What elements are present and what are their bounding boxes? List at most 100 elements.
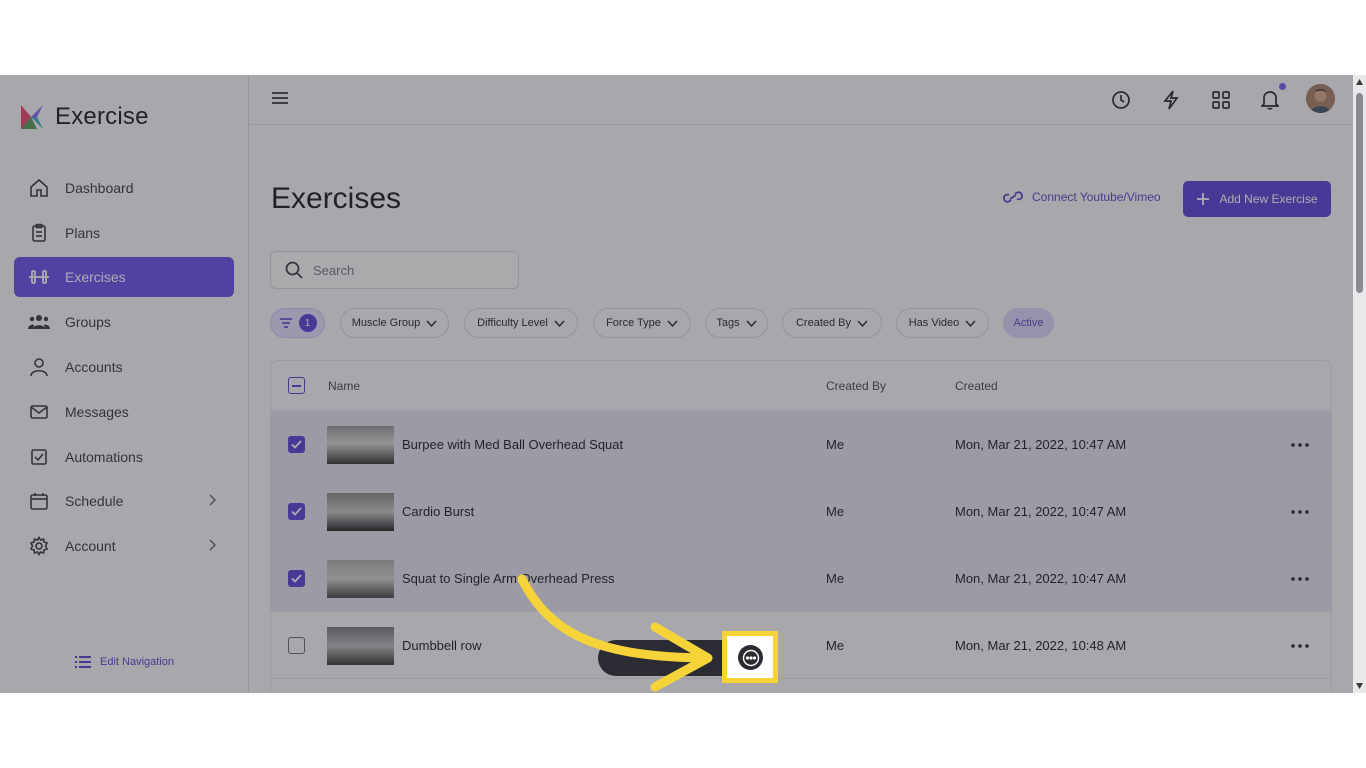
table-row[interactable] — [271, 679, 1331, 693]
column-header-name[interactable]: Name — [328, 379, 360, 393]
exercise-thumbnail[interactable] — [327, 627, 394, 665]
created-cell: Mon, Mar 21, 2022, 10:47 AM — [955, 437, 1127, 452]
row-checkbox[interactable] — [288, 436, 305, 453]
exercise-name[interactable]: Dumbbell row — [402, 638, 481, 653]
user-icon — [28, 356, 50, 378]
connect-video-link[interactable]: Connect Youtube/Vimeo — [1002, 189, 1161, 205]
tags-filter[interactable]: Tags — [705, 308, 768, 338]
table-header: Name Created By Created — [271, 361, 1331, 410]
app-logo[interactable]: Exercise — [17, 103, 149, 131]
difficulty-level-filter[interactable]: Difficulty Level — [464, 308, 578, 338]
logo-icon — [21, 105, 43, 129]
table-row[interactable]: Cardio Burst Me Mon, Mar 21, 2022, 10:47… — [271, 478, 1331, 545]
sidebar-item-label: Schedule — [65, 493, 124, 509]
sidebar-item-account[interactable]: Account — [14, 526, 234, 566]
plus-icon — [1197, 193, 1210, 205]
apps-grid-icon[interactable] — [1210, 89, 1232, 111]
chip-label: Force Type — [606, 317, 661, 329]
has-video-filter[interactable]: Has Video — [896, 308, 989, 338]
row-checkbox[interactable] — [288, 637, 305, 654]
more-options-icon[interactable] — [1291, 502, 1309, 517]
sidebar-item-label: Plans — [65, 225, 101, 241]
notification-dot — [1279, 83, 1286, 90]
clipboard-icon — [28, 222, 50, 244]
status-active-chip[interactable]: Active — [1003, 308, 1054, 338]
chevron-down-icon — [746, 320, 757, 327]
annotation-arrow — [517, 574, 713, 692]
gear-icon — [28, 535, 50, 557]
lightning-icon[interactable] — [1160, 89, 1182, 111]
more-options-icon[interactable] — [1291, 636, 1309, 651]
table-row[interactable]: Burpee with Med Ball Overhead Squat Me M… — [271, 411, 1331, 478]
created-by-filter[interactable]: Created By — [782, 308, 882, 338]
muscle-group-filter[interactable]: Muscle Group — [340, 308, 449, 338]
column-header-created[interactable]: Created — [955, 379, 998, 393]
select-all-checkbox[interactable] — [288, 377, 305, 394]
checkbox-icon — [28, 446, 50, 468]
sidebar-item-label: Groups — [65, 314, 111, 330]
row-checkbox[interactable] — [288, 570, 305, 587]
more-options-icon[interactable] — [1291, 569, 1309, 584]
group-icon — [28, 311, 50, 333]
created-cell: Mon, Mar 21, 2022, 10:48 AM — [955, 638, 1127, 653]
sidebar-item-automations[interactable]: Automations — [14, 437, 234, 477]
avatar[interactable] — [1306, 84, 1335, 113]
sidebar-item-label: Messages — [65, 404, 129, 420]
filter-count-badge: 1 — [298, 314, 317, 332]
sidebar-item-groups[interactable]: Groups — [14, 302, 234, 342]
menu-icon[interactable] — [271, 90, 289, 111]
sidebar-item-label: Accounts — [65, 359, 123, 375]
chevron-down-icon — [426, 320, 437, 327]
created-by-cell: Me — [826, 504, 845, 519]
sidebar-item-dashboard[interactable]: Dashboard — [14, 168, 234, 208]
dumbbell-icon — [28, 266, 50, 288]
table-row[interactable]: Squat to Single Arm Overhead Press Me Mo… — [271, 545, 1331, 612]
sidebar-item-label: Exercises — [65, 269, 126, 285]
add-button-label: Add New Exercise — [1219, 192, 1318, 206]
scrollbar-thumb[interactable] — [1356, 93, 1363, 293]
table-row[interactable]: Dumbbell row Me Mon, Mar 21, 2022, 10:48… — [271, 612, 1331, 679]
exercise-name[interactable]: Burpee with Med Ball Overhead Squat — [402, 437, 623, 452]
row-checkbox[interactable] — [288, 503, 305, 520]
mail-icon — [28, 401, 50, 423]
chip-label: Difficulty Level — [477, 317, 548, 329]
sidebar-item-label: Dashboard — [65, 180, 134, 196]
edit-navigation-link[interactable]: Edit Navigation — [75, 655, 174, 669]
sidebar-item-exercises[interactable]: Exercises — [14, 257, 234, 297]
exercise-thumbnail[interactable] — [327, 426, 394, 464]
chevron-down-icon — [667, 320, 678, 327]
search-icon — [285, 261, 303, 279]
sidebar-item-accounts[interactable]: Accounts — [14, 347, 234, 387]
more-options-icon[interactable] — [1291, 435, 1309, 450]
sidebar-item-schedule[interactable]: Schedule — [14, 481, 234, 521]
chip-label: Active — [1013, 317, 1044, 329]
bell-icon[interactable] — [1259, 89, 1281, 111]
filter-toggle-chip[interactable]: 1 — [270, 308, 325, 338]
chevron-down-icon — [857, 320, 868, 327]
chevron-down-icon — [554, 320, 565, 327]
chevron-down-icon — [965, 320, 976, 327]
exercise-thumbnail[interactable] — [327, 493, 394, 531]
sidebar-item-plans[interactable]: Plans — [14, 213, 234, 253]
more-actions-button[interactable] — [738, 645, 763, 670]
scrollbar[interactable] — [1353, 75, 1366, 693]
exercise-thumbnail[interactable] — [327, 560, 394, 598]
sidebar: Exercise Dashboard Plans Exercises Group… — [0, 75, 249, 693]
main-content: Exercises Connect Youtube/Vimeo Add New … — [249, 126, 1366, 693]
exercise-name[interactable]: Cardio Burst — [402, 504, 474, 519]
chip-label: Tags — [716, 317, 740, 329]
created-by-cell: Me — [826, 638, 845, 653]
chevron-right-icon — [208, 538, 217, 554]
calendar-icon — [28, 490, 50, 512]
top-bar — [249, 75, 1366, 125]
created-by-cell: Me — [826, 437, 845, 452]
add-new-exercise-button[interactable]: Add New Exercise — [1183, 181, 1331, 217]
sidebar-item-messages[interactable]: Messages — [14, 392, 234, 432]
search-input[interactable] — [313, 262, 493, 278]
app-name: Exercise — [55, 103, 149, 130]
history-icon[interactable] — [1110, 89, 1132, 111]
force-type-filter[interactable]: Force Type — [593, 308, 691, 338]
column-header-created-by[interactable]: Created By — [826, 379, 886, 393]
chip-label: Created By — [795, 317, 852, 329]
search-box[interactable] — [270, 251, 519, 289]
